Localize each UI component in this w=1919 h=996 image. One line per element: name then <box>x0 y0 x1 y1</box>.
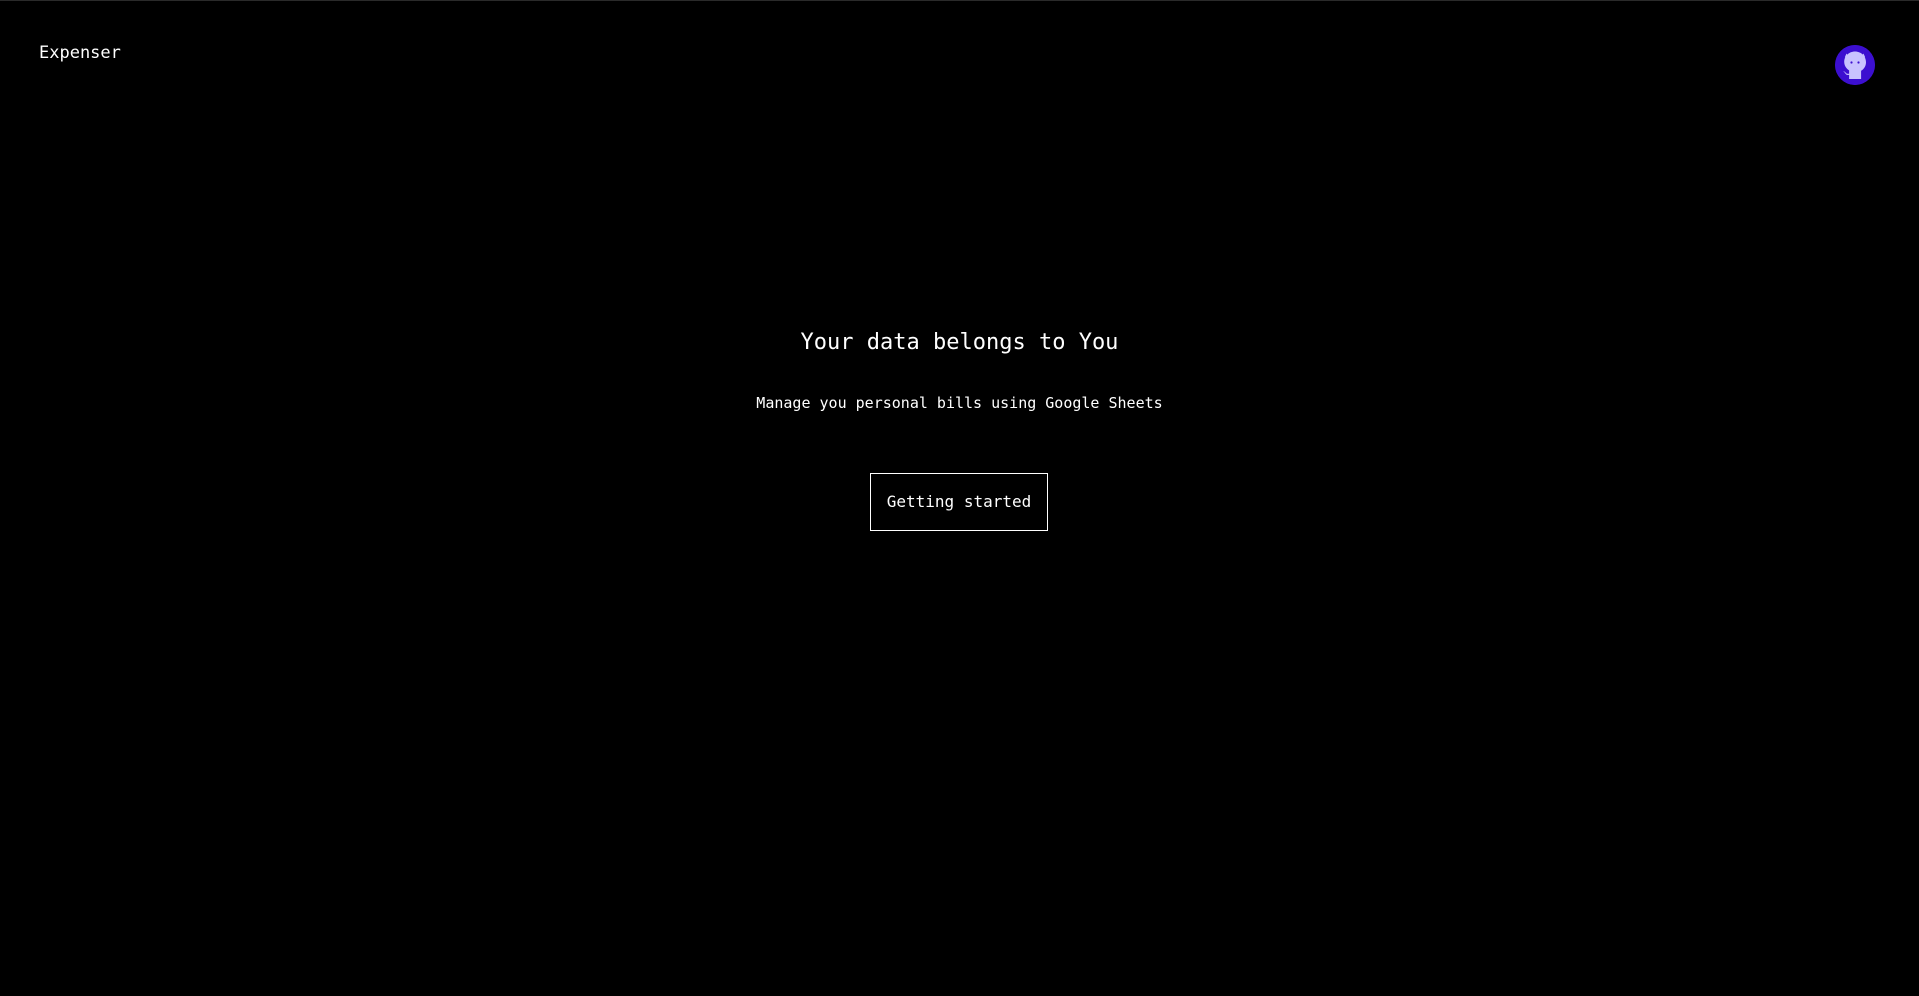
top-divider <box>0 0 1919 1</box>
github-icon <box>1835 45 1875 85</box>
hero-headline: Your data belongs to You <box>800 330 1119 355</box>
brand-logo[interactable]: Expenser <box>39 42 121 64</box>
hero-subheadline: Manage you personal bills using Google S… <box>756 394 1163 412</box>
github-link[interactable] <box>1835 45 1875 85</box>
getting-started-button[interactable]: Getting started <box>870 473 1048 531</box>
